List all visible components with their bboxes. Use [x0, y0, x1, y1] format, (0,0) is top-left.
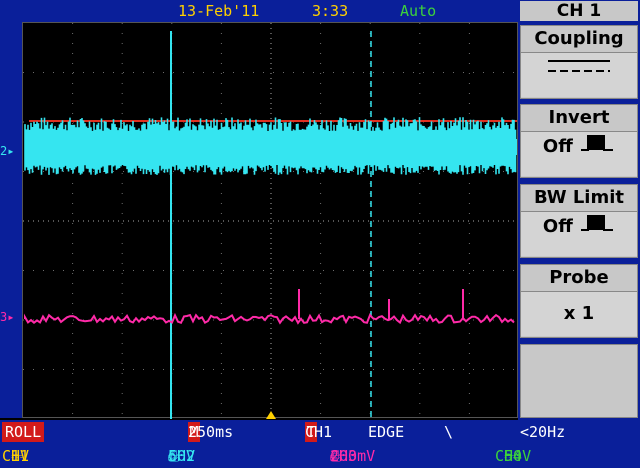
- time-display: 3:33: [312, 2, 349, 20]
- ch4-readout: CH4 ⎓ 50V: [495, 446, 531, 466]
- acquisition-mode-badge: ROLL: [2, 422, 45, 442]
- trigger-mode-label: Auto: [400, 2, 437, 20]
- channel-marker-strip: 2▸ 3▸: [0, 22, 22, 418]
- empty-menu-slot: [520, 344, 638, 418]
- ch3-scale: 200mV: [330, 447, 376, 465]
- pulse-icon: [581, 135, 614, 151]
- dc-coupling-icon: [521, 52, 637, 97]
- invert-value-row: Off: [521, 131, 637, 176]
- bw-limit-label: BW Limit: [533, 187, 625, 208]
- ch2-waveform-core: [25, 139, 517, 155]
- invert-value: Off: [542, 136, 573, 157]
- probe-button[interactable]: Probe x 1: [520, 264, 638, 338]
- trigger-type: EDGE: [368, 423, 405, 441]
- coupling-label: Coupling: [534, 28, 624, 49]
- bw-limit-button[interactable]: BW Limit Off: [520, 184, 638, 258]
- trigger-position-marker: [266, 411, 276, 419]
- channel-menu: CH 1 Coupling Invert Off BW Limit Off Pr…: [518, 0, 640, 420]
- bottom-status-bar: ROLL M 250ms T CH1 EDGE \ <20Hz CH1 ⎓ 1V CH…: [0, 420, 640, 468]
- ch1-scale: 1V: [11, 447, 30, 465]
- invert-label: Invert: [548, 107, 610, 128]
- ch1-readout: CH1 ⎓ 1V: [2, 446, 29, 466]
- probe-value: x 1: [521, 291, 637, 336]
- menu-title: CH 1: [520, 1, 638, 21]
- ch2-scale: 50V: [168, 447, 196, 465]
- trigger-frequency: <20Hz: [520, 423, 566, 441]
- coupling-button[interactable]: Coupling: [520, 25, 638, 99]
- date-display: 13-Feb'11: [178, 2, 260, 20]
- top-status-bar: 13-Feb'11 3:33 Auto: [0, 0, 540, 38]
- waveform-display[interactable]: [22, 22, 519, 419]
- trigger-source: CH1: [305, 423, 333, 441]
- bw-limit-value-row: Off: [521, 211, 637, 256]
- bw-limit-value: Off: [542, 216, 573, 237]
- trigger-slope-icon: \: [444, 423, 454, 441]
- waveform-svg: [23, 23, 519, 419]
- probe-label: Probe: [549, 267, 609, 288]
- ch3-marker: 3▸: [0, 310, 15, 324]
- ch4-scale: 50V: [504, 447, 532, 465]
- pulse-icon: [581, 215, 614, 231]
- invert-button[interactable]: Invert Off: [520, 104, 638, 178]
- ch3-waveform: [24, 312, 515, 325]
- timebase-value: 250ms: [188, 423, 234, 441]
- ch2-marker: 2▸: [0, 144, 15, 158]
